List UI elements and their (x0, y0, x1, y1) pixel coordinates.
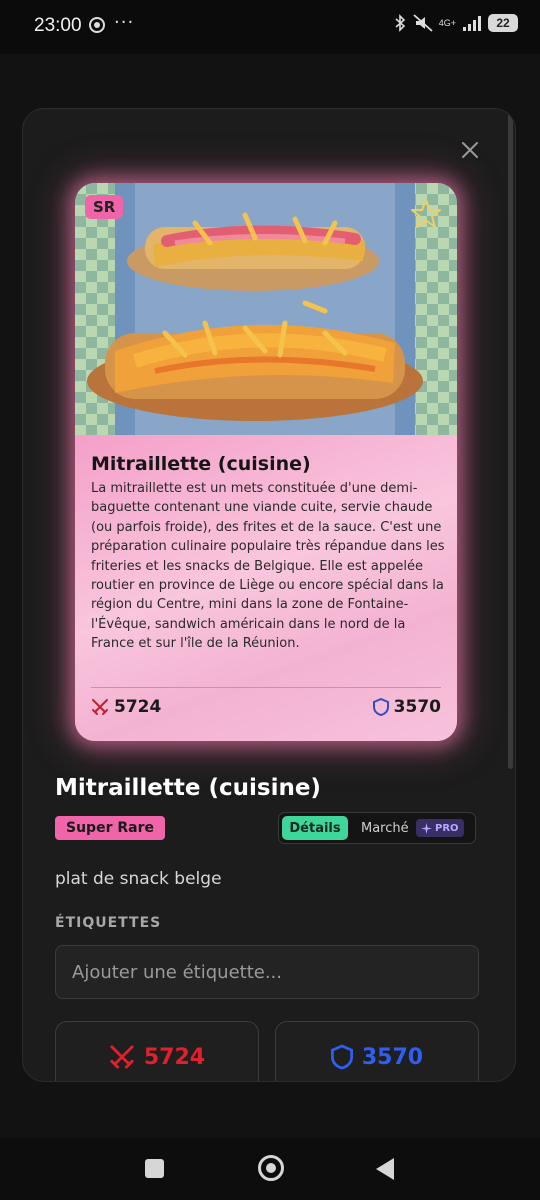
card-divider (91, 687, 441, 688)
mute-icon (413, 14, 433, 32)
status-indicators: 4G+ 22 (393, 14, 518, 32)
rarity-badge: SR (85, 195, 124, 219)
tab-market[interactable]: Marché (361, 816, 409, 840)
attack-stat-box: 5724 (55, 1021, 259, 1081)
defense-value: 3570 (361, 1044, 424, 1070)
food-photo (75, 183, 457, 435)
back-button[interactable] (376, 1158, 394, 1180)
add-tag-input[interactable] (55, 945, 479, 999)
favorite-star-icon[interactable] (409, 197, 443, 231)
more-notifications-icon: ··· (114, 12, 135, 33)
pro-badge: PRO (416, 819, 464, 837)
sparkle-icon (421, 822, 432, 834)
card-attack: 5724 (91, 697, 161, 717)
attack-value: 5724 (143, 1044, 206, 1070)
scrollbar[interactable] (508, 109, 513, 769)
card-body: Mitraillette (cuisine) La mitraillette e… (75, 435, 457, 741)
signal-icon (463, 16, 481, 31)
card-defense-value: 3570 (393, 697, 441, 717)
status-bar: 23:00 ··· 4G+ 22 (0, 0, 540, 54)
card-defense: 3570 (372, 697, 441, 717)
card-subtitle: plat de snack belge (55, 869, 222, 889)
page-title: Mitraillette (cuisine) (55, 775, 321, 801)
recent-apps-button[interactable] (145, 1159, 164, 1178)
view-tabs: Détails Marché PRO (278, 812, 476, 844)
defense-stat-box: 3570 (275, 1021, 479, 1081)
network-type: 4G+ (438, 17, 456, 28)
card-title: Mitraillette (cuisine) (91, 453, 311, 475)
swords-icon (110, 1045, 134, 1069)
collectible-card: SR Mitraillette (cuisine) La mitraillett… (75, 183, 457, 741)
card-detail-modal: SR Mitraillette (cuisine) La mitraillett… (22, 108, 516, 1082)
pro-label: PRO (435, 822, 459, 834)
tab-details[interactable]: Détails (282, 816, 348, 840)
card-attack-value: 5724 (114, 697, 162, 717)
battery-icon: 22 (488, 14, 518, 32)
swords-icon (92, 699, 108, 715)
shield-icon (330, 1044, 353, 1070)
app-notification-icon (89, 17, 105, 33)
tags-section-label: ÉTIQUETTES (55, 915, 162, 931)
rarity-label: Super Rare (55, 816, 165, 840)
card-image: SR (75, 183, 457, 435)
close-button[interactable] (457, 137, 483, 163)
bluetooth-icon (395, 14, 405, 32)
home-button[interactable] (258, 1155, 284, 1181)
card-description: La mitraillette est un mets constituée d… (91, 481, 445, 652)
status-time: 23:00 (34, 15, 82, 36)
close-icon (462, 142, 478, 158)
shield-icon (372, 698, 389, 716)
